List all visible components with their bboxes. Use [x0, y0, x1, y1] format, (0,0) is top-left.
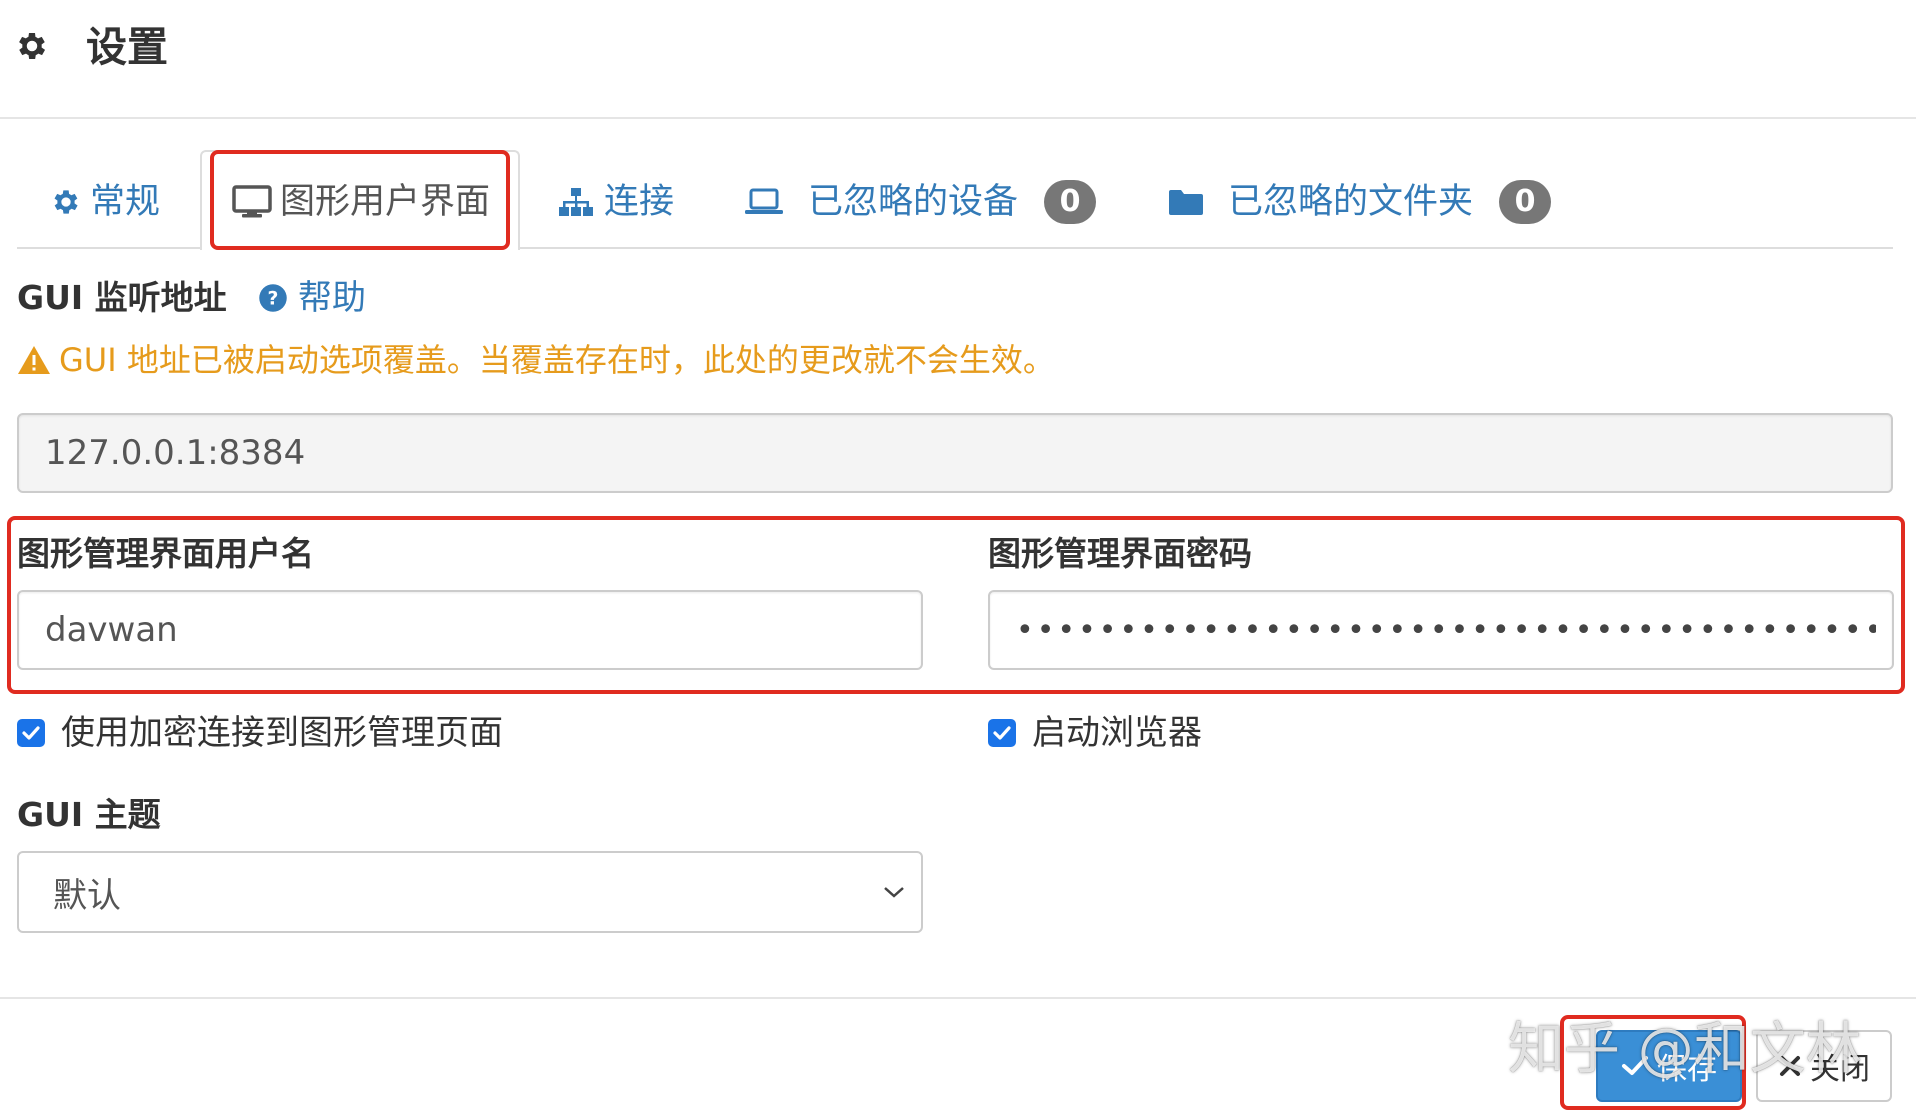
watermark: 知乎 @和文林: [1508, 1017, 1862, 1082]
laptop-icon: [745, 188, 783, 214]
start-browser-option[interactable]: 启动浏览器: [988, 713, 1202, 753]
sitemap-icon: [559, 188, 593, 216]
tab-label: 常规: [90, 182, 161, 222]
svg-text:?: ?: [268, 288, 279, 309]
header-divider: [0, 117, 1916, 119]
tab-label: 已忽略的文件夹: [1228, 182, 1474, 222]
help-link[interactable]: ? 帮助: [258, 278, 366, 318]
password-mask: ••••••••••••••••••••••••••••••••••••••••…: [1016, 612, 1876, 648]
gear-icon: [19, 32, 46, 60]
tab-label: 已忽略的设备: [808, 182, 1019, 222]
chevron-down-icon: [884, 887, 904, 898]
ignored-folders-count-badge: 0: [1499, 180, 1552, 224]
use-tls-label: 使用加密连接到图形管理页面: [61, 713, 503, 753]
footer-divider: [0, 997, 1916, 999]
tab-gui[interactable]: 图形用户界面: [232, 180, 490, 224]
tab-ignored-devices[interactable]: 已忽略的设备 0: [744, 180, 1097, 224]
use-tls-option[interactable]: 使用加密连接到图形管理页面: [17, 713, 503, 753]
password-label: 图形管理界面密码: [988, 534, 1252, 573]
username-label: 图形管理界面用户名: [17, 534, 314, 573]
gui-theme-select[interactable]: 默认: [17, 851, 923, 933]
tab-general[interactable]: 常规: [50, 180, 160, 224]
username-input[interactable]: davwan: [17, 590, 923, 670]
page-title: 设置: [86, 23, 168, 71]
gui-theme-label: GUI 主题: [17, 795, 161, 834]
use-tls-checkbox[interactable]: [17, 719, 45, 747]
desktop-icon: [232, 185, 272, 218]
warning-text: GUI 地址已被启动选项覆盖。当覆盖存在时，此处的更改就不会生效。: [59, 341, 1055, 379]
checkmark-icon: [22, 726, 40, 740]
checkmark-icon: [993, 726, 1011, 740]
folder-icon: [1169, 190, 1203, 215]
gear-icon: [54, 190, 78, 214]
gui-theme-selected: 默认: [53, 875, 121, 916]
gui-listen-address-label: GUI 监听地址: [17, 278, 227, 317]
password-input[interactable]: ••••••••••••••••••••••••••••••••••••••••…: [988, 590, 1894, 670]
gui-listen-address-input[interactable]: 127.0.0.1:8384: [17, 413, 1893, 493]
override-warning: GUI 地址已被启动选项覆盖。当覆盖存在时，此处的更改就不会生效。: [17, 340, 1055, 380]
username-value: davwan: [45, 610, 178, 650]
tab-label: 图形用户界面: [280, 182, 491, 222]
tab-label: 连接: [604, 182, 675, 222]
start-browser-label: 启动浏览器: [1032, 713, 1202, 753]
warning-icon: [18, 346, 50, 374]
start-browser-checkbox[interactable]: [988, 719, 1016, 747]
question-circle-icon: ?: [259, 284, 287, 312]
tab-connections[interactable]: 连接: [558, 180, 674, 224]
gui-listen-address-value: 127.0.0.1:8384: [45, 433, 306, 473]
help-label: 帮助: [298, 278, 366, 318]
tab-ignored-folders[interactable]: 已忽略的文件夹 0: [1168, 180, 1552, 224]
ignored-devices-count-badge: 0: [1044, 180, 1097, 224]
